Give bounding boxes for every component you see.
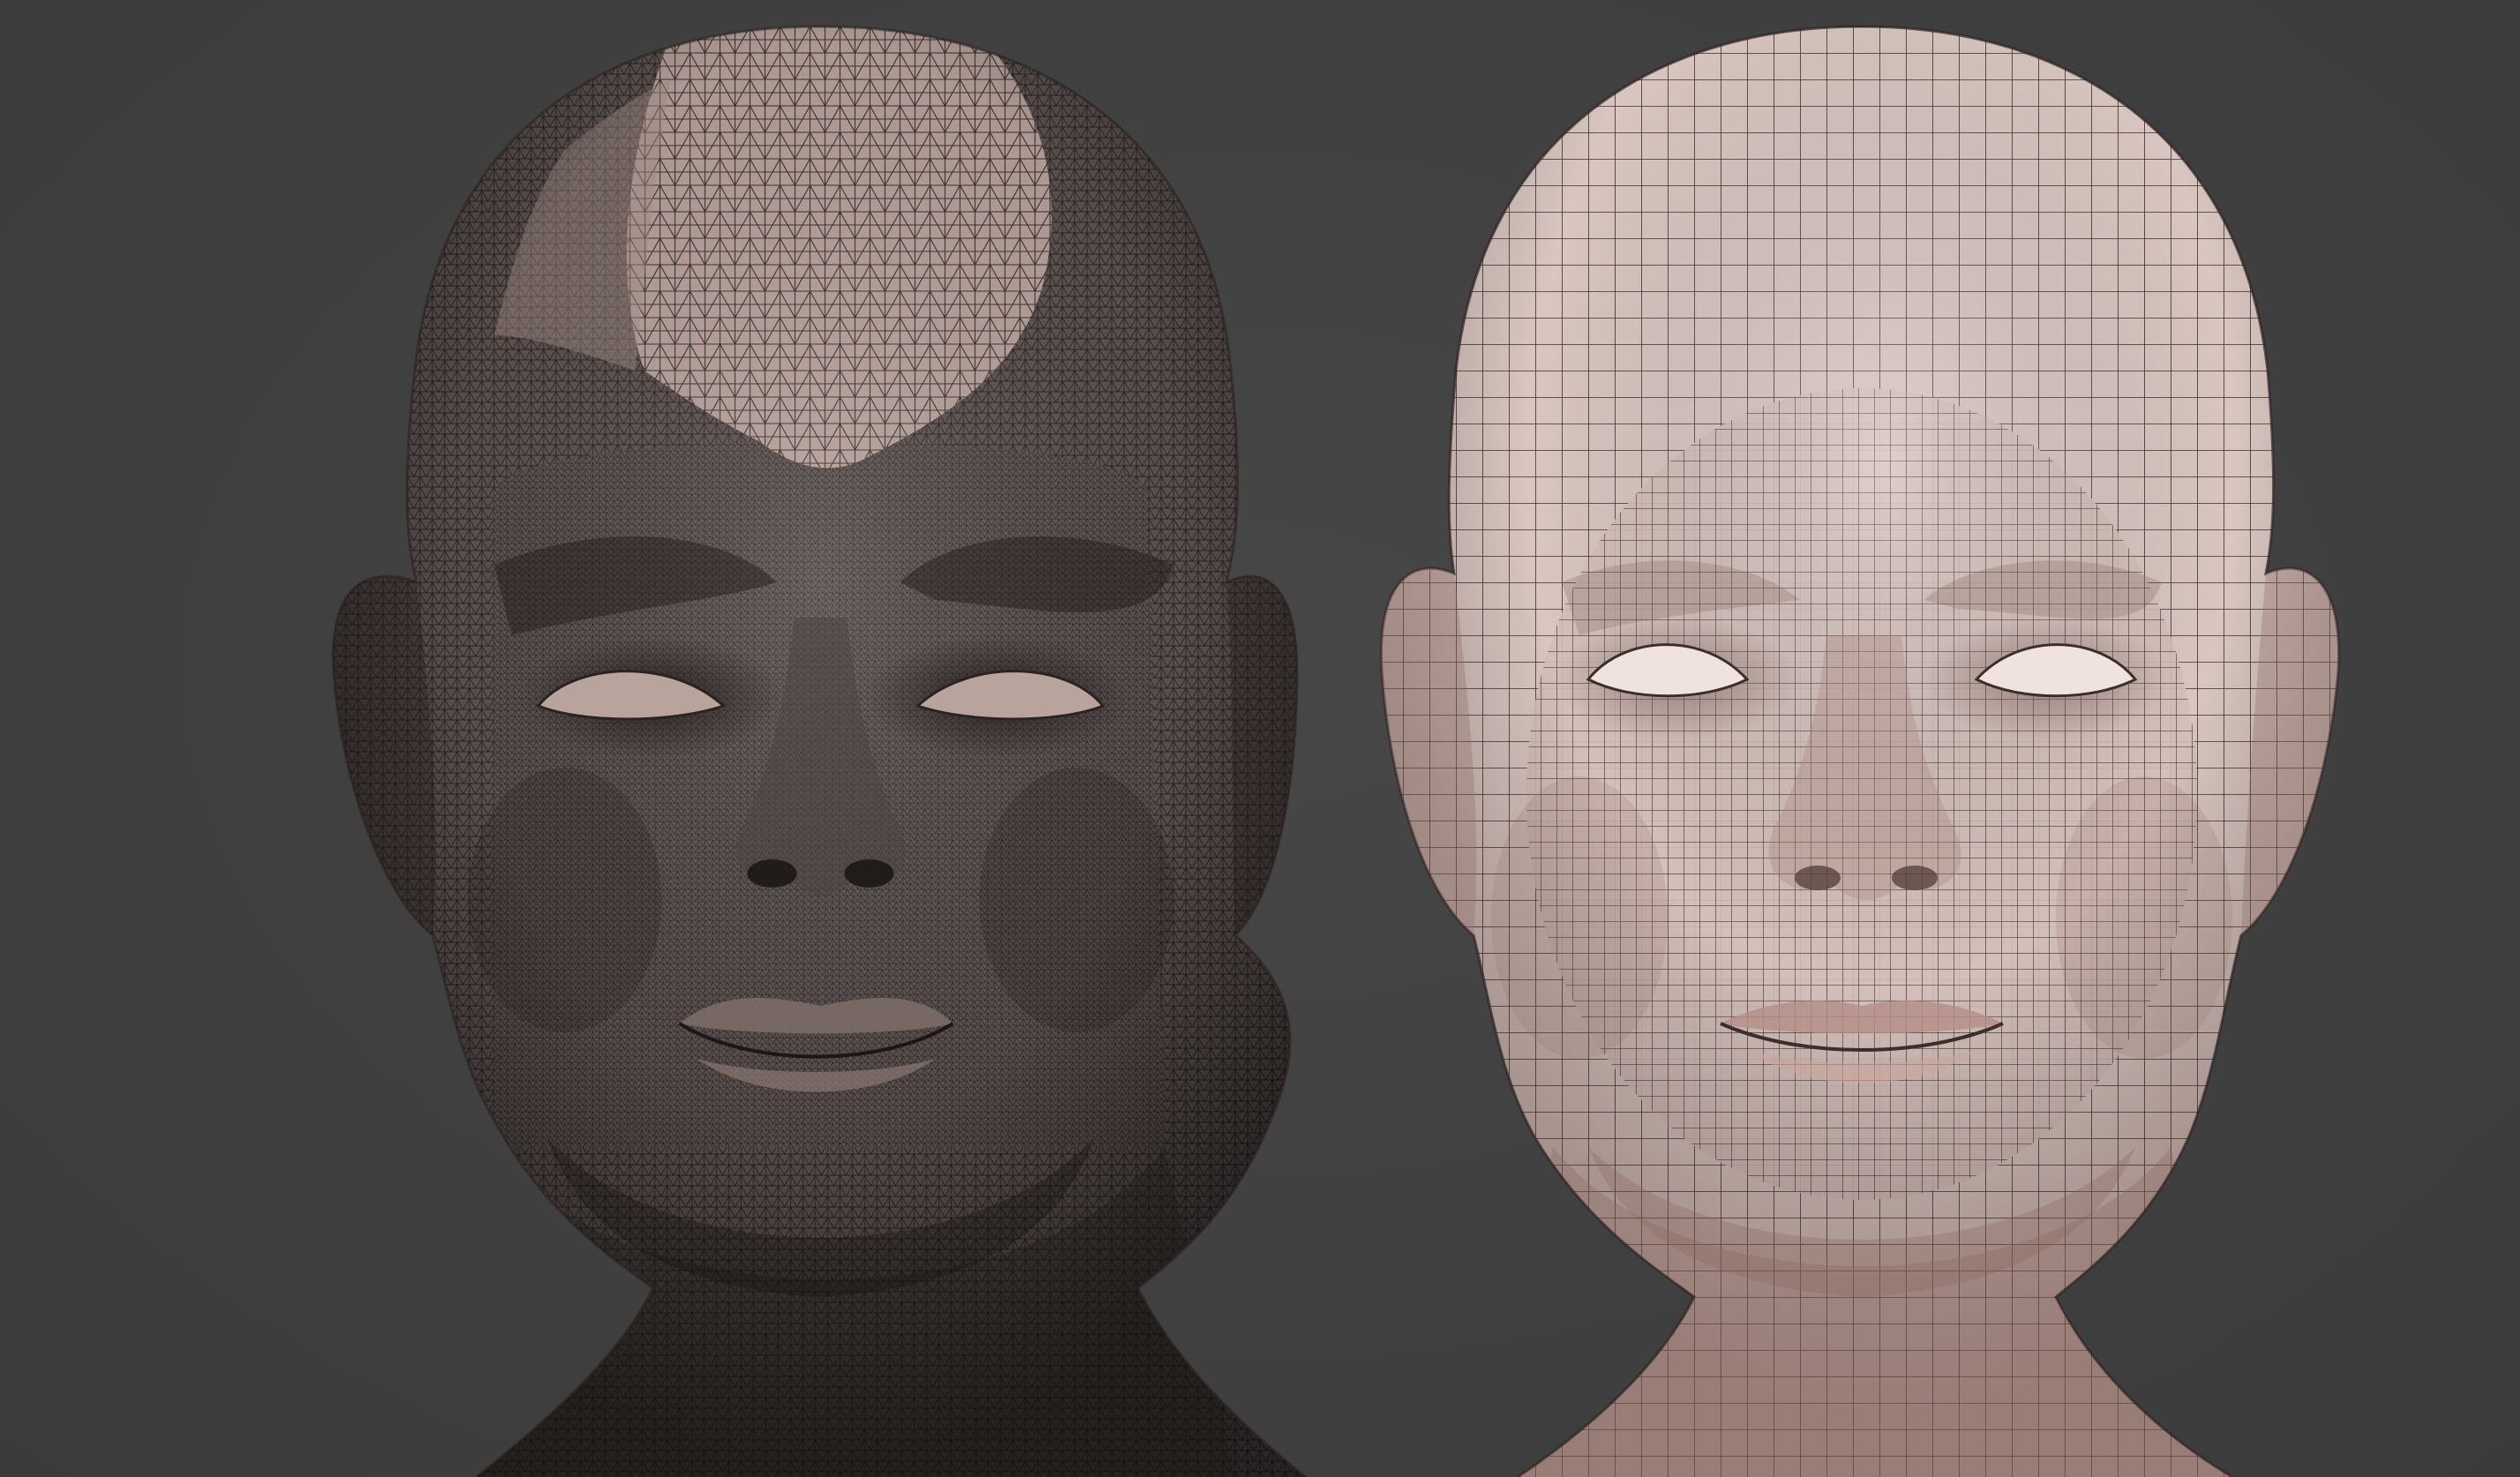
left-ear <box>333 576 436 935</box>
right-ear <box>1226 576 1297 935</box>
scene-canvas <box>332 25 2341 1477</box>
viewport <box>0 0 2520 1477</box>
retopology-mesh-head <box>1379 25 2341 1477</box>
scan-mesh-head <box>332 25 1307 1477</box>
